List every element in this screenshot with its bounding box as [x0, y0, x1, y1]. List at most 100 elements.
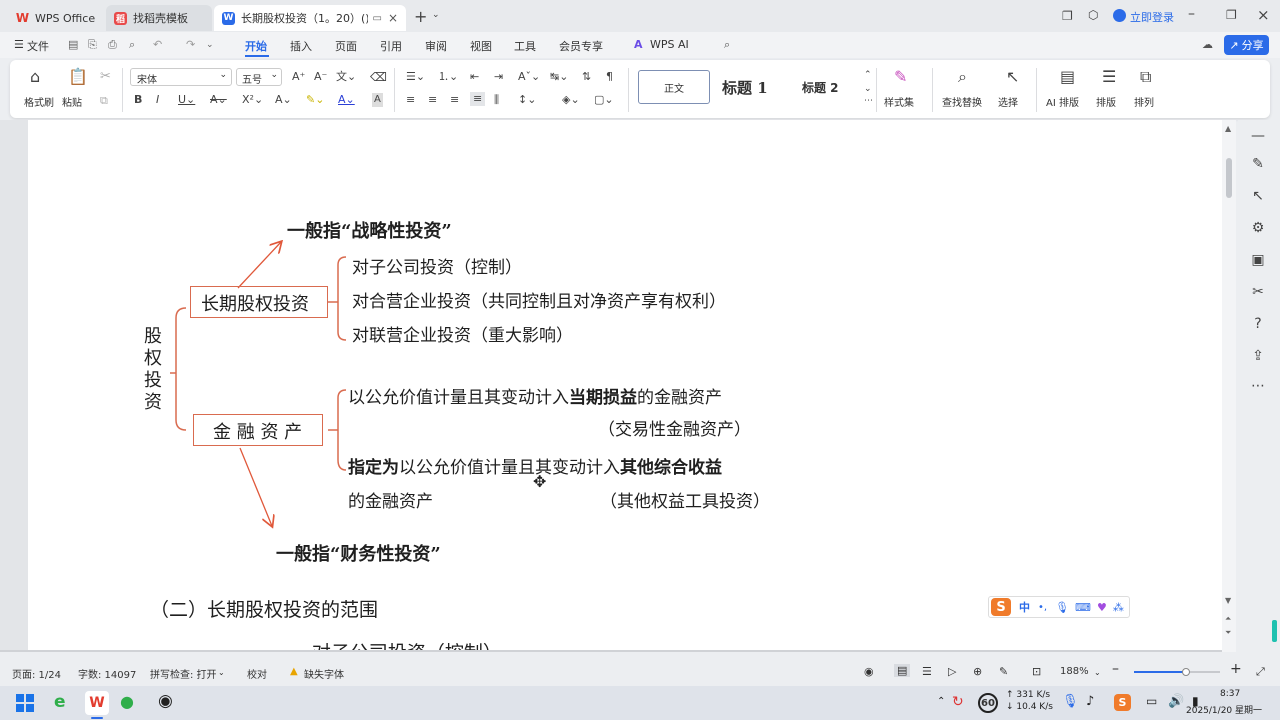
style-set-label[interactable]: 样式集	[884, 94, 914, 109]
ai-layout-label[interactable]: AI 排版	[1046, 94, 1079, 109]
next-page-icon[interactable]: ⏷	[1225, 628, 1231, 638]
punctuation-icon[interactable]: •,	[1038, 602, 1047, 613]
undo-icon[interactable]: ↶	[153, 38, 162, 51]
pointer-select-icon[interactable]: ↖	[1248, 188, 1268, 204]
missing-font[interactable]: 缺失字体	[304, 666, 344, 681]
numbered-list-icon[interactable]: ⒈⌄	[438, 70, 458, 84]
microphone-icon[interactable]: 🎙	[1055, 601, 1069, 614]
bullet-list-icon[interactable]: ☰⌄	[406, 70, 425, 84]
wps-taskbar-icon[interactable]: W	[85, 691, 109, 715]
outline-view-icon[interactable]: ☰	[922, 665, 932, 678]
help-icon[interactable]: ?	[1248, 316, 1268, 332]
vertical-scrollbar[interactable]: ▲ ▼ ⏶ ⏷	[1222, 120, 1236, 652]
word-count[interactable]: 字数: 14097	[78, 666, 136, 681]
tray-expand-icon[interactable]: ⌃	[937, 696, 945, 707]
superscript-icon[interactable]: X²⌄	[242, 93, 263, 107]
save-icon[interactable]: ▤	[68, 38, 78, 51]
decrease-indent-icon[interactable]: ⇤	[470, 70, 479, 84]
line-wrap-icon[interactable]: ↹⌄	[550, 70, 568, 84]
justify-icon[interactable]: ≡	[470, 92, 486, 106]
styles-expand-icon[interactable]: ⋯	[864, 94, 873, 108]
horizontal-scrollbar[interactable]	[0, 650, 1222, 652]
avatar[interactable]	[1113, 9, 1126, 22]
style-heading-2[interactable]: 标题 2	[802, 79, 839, 96]
format-painter-icon[interactable]: ⌂	[30, 69, 40, 85]
keyboard-icon[interactable]: ⌨	[1075, 601, 1091, 614]
cloud-upload-icon[interactable]: ☁	[1202, 38, 1213, 51]
skin-icon[interactable]: ♥	[1097, 601, 1107, 614]
italic-icon[interactable]: I	[156, 93, 159, 107]
align-left-icon[interactable]: ≡	[406, 93, 415, 107]
tools-icon[interactable]: ✂	[1248, 284, 1268, 300]
window-restore-icon[interactable]: ❐	[1062, 9, 1073, 23]
prev-page-icon[interactable]: ⏶	[1225, 614, 1231, 624]
line-spacing-icon[interactable]: ↕⌄	[518, 93, 536, 107]
collapse-panel-icon[interactable]: —	[1248, 128, 1268, 144]
align-right-icon[interactable]: ≡	[450, 93, 459, 107]
image-tools-icon[interactable]: ▣	[1248, 252, 1268, 268]
pen-edit-icon[interactable]: ✎	[1248, 156, 1268, 172]
tab-home[interactable]: 开始	[245, 38, 267, 54]
tab-view[interactable]: 视图	[470, 38, 492, 54]
volume-tray-icon[interactable]: 🔊	[1168, 694, 1184, 709]
scroll-up-icon[interactable]: ▲	[1225, 124, 1231, 133]
layout-icon[interactable]: ☰	[1102, 69, 1116, 85]
select-cursor-icon[interactable]: ↖	[1006, 69, 1019, 85]
new-tab-plus-icon[interactable]: +	[414, 7, 427, 26]
wechat-icon[interactable]: ●	[120, 692, 134, 711]
share-button[interactable]: ↗ 分享	[1224, 35, 1269, 55]
zoom-in-icon[interactable]: +	[1230, 661, 1242, 677]
highlight-icon[interactable]: ✎⌄	[306, 93, 324, 107]
zoom-slider[interactable]	[1134, 668, 1220, 676]
sogou-tray-icon[interactable]: S	[1114, 694, 1131, 711]
grow-font-icon[interactable]: A⁺	[292, 70, 305, 84]
proofread[interactable]: 校对	[247, 666, 267, 681]
tab-member[interactable]: 会员专享	[559, 38, 603, 54]
show-marks-icon[interactable]: ¶	[606, 70, 613, 84]
display-tray-icon[interactable]: ▭	[1146, 694, 1157, 708]
shading-icon[interactable]: ◈⌄	[562, 93, 580, 107]
tab-wps-office[interactable]: W WPS Office	[8, 5, 104, 31]
format-painter-label[interactable]: 格式刷	[24, 94, 54, 109]
select-label[interactable]: 选择	[998, 94, 1018, 109]
ime-mode[interactable]: 中	[1019, 599, 1030, 615]
underline-icon[interactable]: U⌄	[178, 93, 195, 107]
strikethrough-icon[interactable]: A⌄	[210, 93, 227, 107]
page-count[interactable]: 页面: 1/24	[12, 666, 61, 681]
close-window-icon[interactable]: ×	[1257, 6, 1270, 24]
phonetic-icon[interactable]: 文⌄	[336, 70, 356, 84]
find-replace-icon[interactable]: ⌕	[958, 69, 967, 85]
font-size-select[interactable]: 五号 ⌄	[236, 68, 282, 86]
style-normal[interactable]: 正文	[638, 70, 710, 104]
clear-format-icon[interactable]: ⌫	[370, 70, 387, 84]
windows-start-icon[interactable]	[16, 694, 34, 712]
search-icon[interactable]: ⌕	[724, 38, 730, 52]
scroll-down-icon[interactable]: ▼	[1225, 596, 1231, 605]
document-page[interactable]: 一般指“战略性投资” 股权投资 长期股权投资 对子公司投资（控制） 对合营企业投…	[28, 120, 1222, 652]
style-set-icon[interactable]: ✎	[894, 69, 907, 85]
char-shading-icon[interactable]: A	[372, 93, 383, 107]
share-panel-icon[interactable]: ⇪	[1248, 348, 1268, 364]
toolbox-icon[interactable]: ⁂	[1113, 601, 1124, 614]
fullscreen-icon[interactable]: ⤢	[1256, 665, 1265, 679]
play-icon[interactable]: ▷	[948, 665, 956, 678]
maximize-icon[interactable]: ❐	[1226, 8, 1237, 22]
redo-icon[interactable]: ↷	[186, 38, 195, 51]
tab-review[interactable]: 审阅	[425, 38, 447, 54]
web-view-icon[interactable]: ⊕	[973, 665, 982, 678]
arrange-icon[interactable]: ⧉	[1140, 69, 1151, 85]
tab-tools[interactable]: 工具	[514, 38, 536, 54]
menu-file[interactable]: 文件	[27, 38, 49, 54]
clock-time[interactable]: 8:37	[1220, 689, 1240, 699]
eye-protect-icon[interactable]: ◉	[864, 665, 874, 678]
sort-icon[interactable]: ⇅	[582, 70, 591, 84]
close-tab-icon[interactable]: ×	[388, 11, 398, 25]
distribute-icon[interactable]: ⫼	[494, 93, 499, 107]
layout-label[interactable]: 排版	[1096, 94, 1116, 109]
mic-tray-icon[interactable]: 🎙	[1062, 694, 1079, 709]
tab-docer-templates[interactable]: 稻 找稻壳模板	[106, 5, 212, 31]
copy-icon[interactable]: ⧉	[100, 94, 108, 108]
pen-icon[interactable]: ✎	[999, 665, 1008, 678]
adjust-settings-icon[interactable]: ⚙	[1248, 220, 1268, 236]
edge-browser-icon[interactable]: e	[54, 692, 66, 712]
